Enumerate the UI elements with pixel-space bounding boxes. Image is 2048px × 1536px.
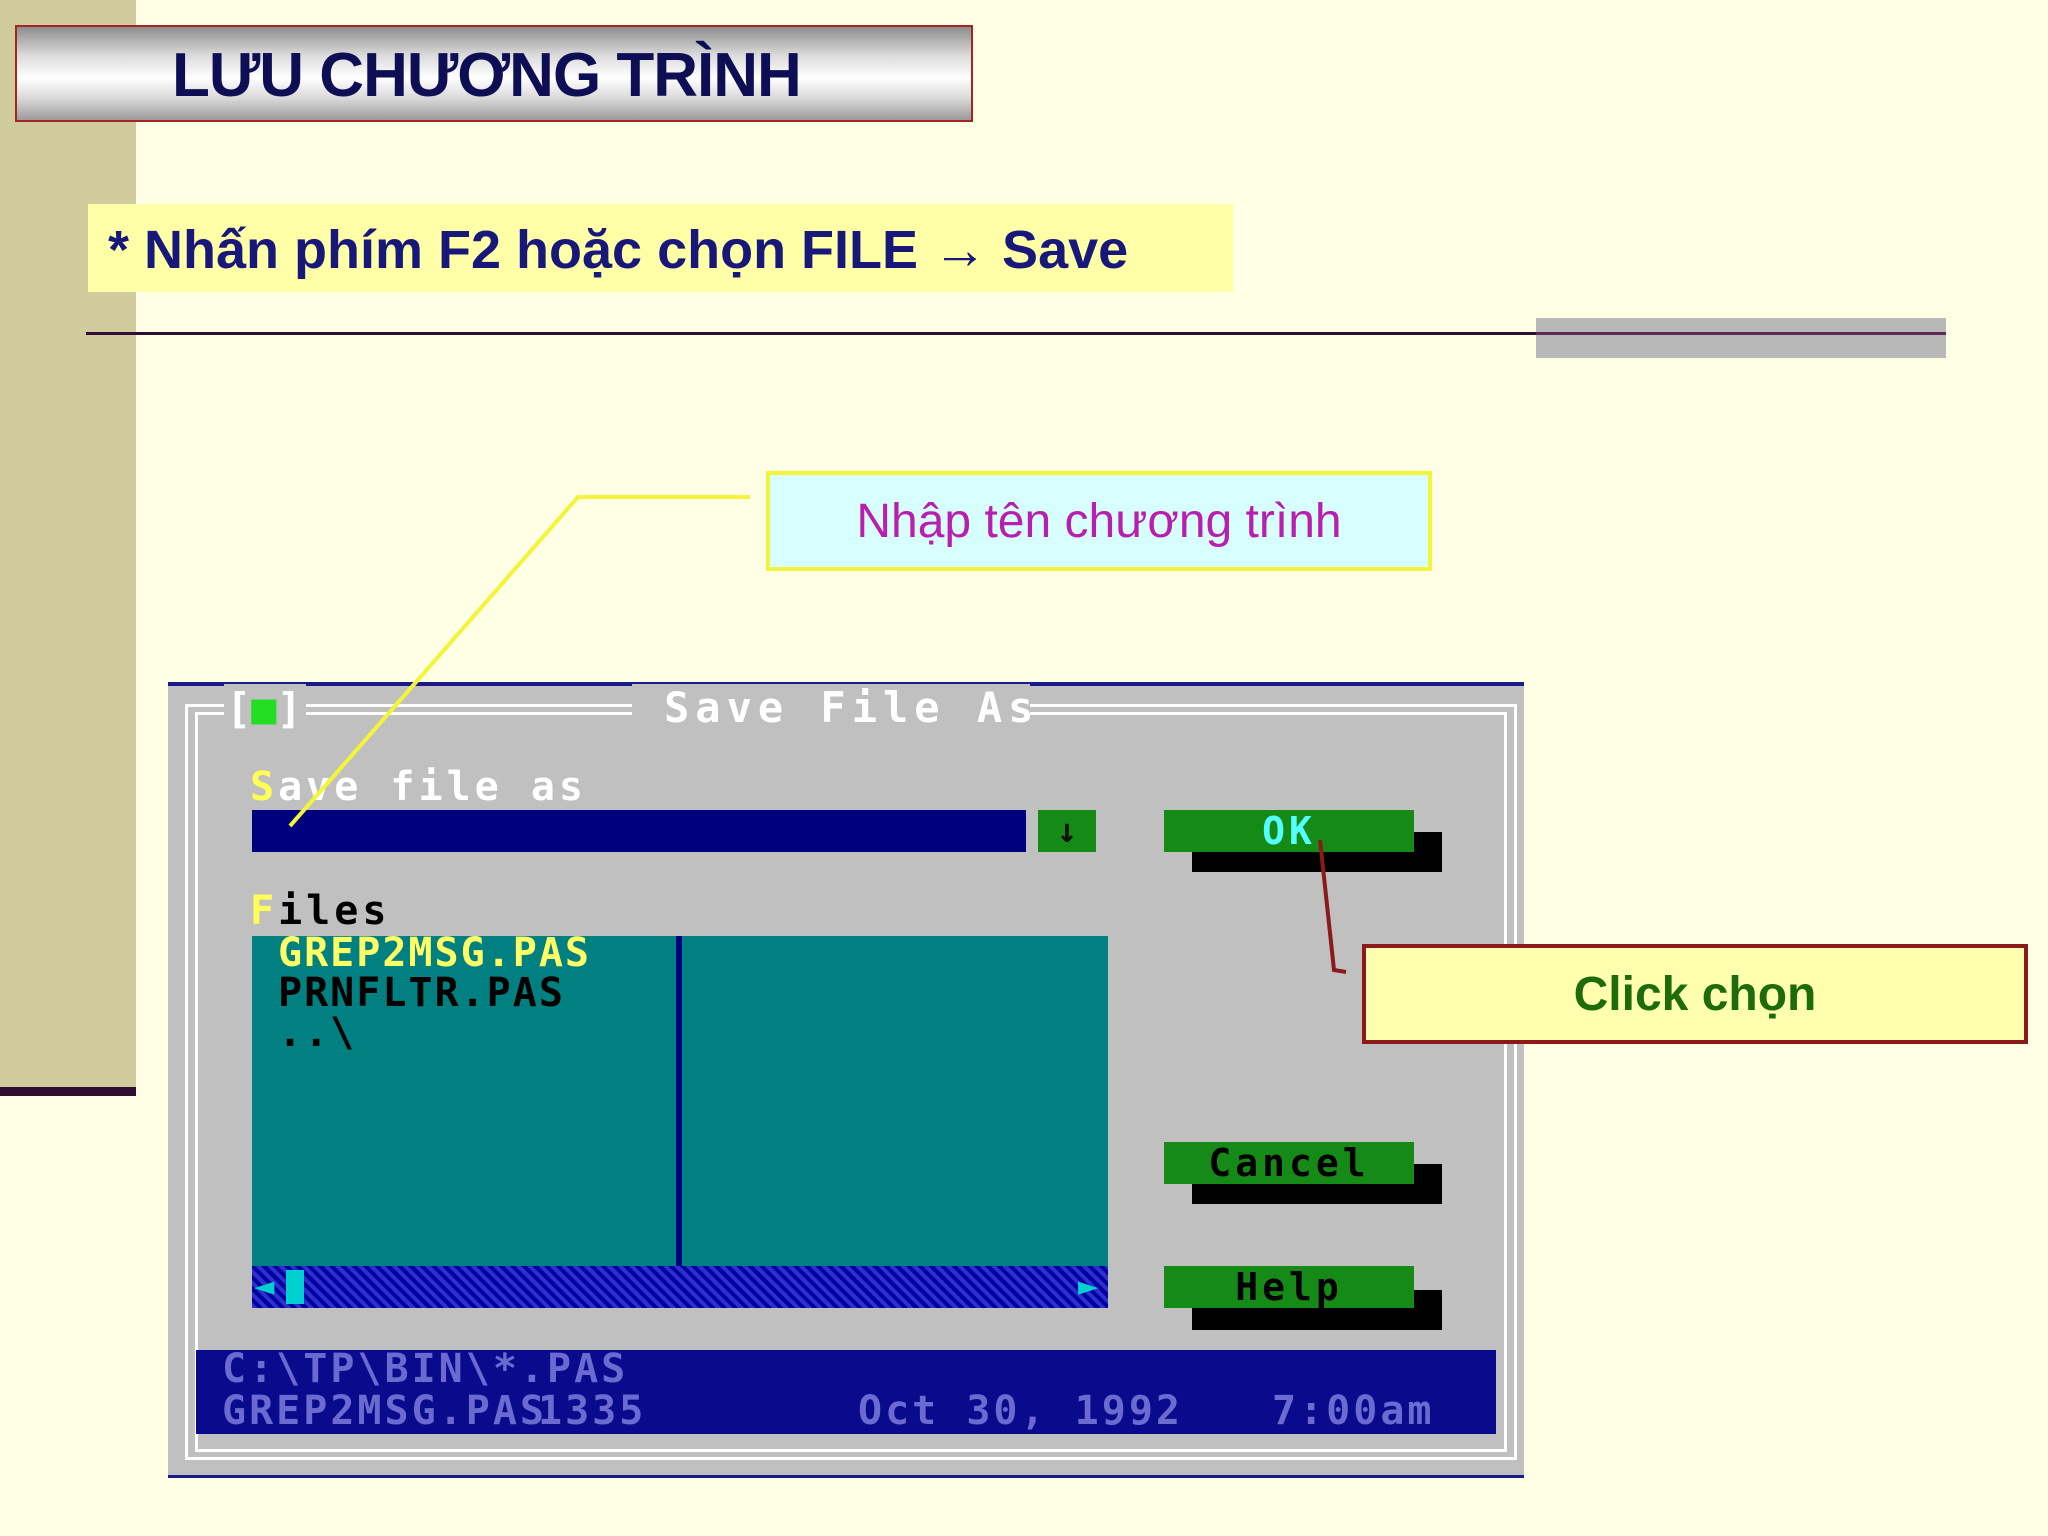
status-file-date: Oct 30, 1992 (858, 1388, 1183, 1434)
scroll-left-icon[interactable]: ◄ (254, 1266, 274, 1306)
left-decor-bar (0, 0, 136, 1087)
save-label-text: ave file as (278, 764, 587, 810)
slide-title: LƯU CHƯƠNG TRÌNH (172, 41, 802, 110)
status-path: C:\TP\BIN\*.PAS (222, 1346, 629, 1392)
history-dropdown-button[interactable]: ↓ (1038, 810, 1096, 852)
file-list-scrollbar[interactable] (252, 1266, 1108, 1308)
save-file-as-label: Save file as (250, 764, 587, 810)
dialog-title: Save File As (664, 683, 1040, 732)
close-icon[interactable]: [■] (226, 684, 302, 733)
callout-click-text: Click chọn (1573, 967, 1817, 1021)
help-button[interactable]: Help (1164, 1265, 1414, 1309)
save-file-name-input[interactable] (252, 810, 1026, 852)
files-label-text: iles (278, 888, 391, 934)
files-label-hotkey: F (250, 888, 279, 934)
status-file-size: 1335 (538, 1388, 647, 1434)
rule-accent (1536, 318, 1946, 358)
file-list-item[interactable]: ..\ (278, 1010, 356, 1056)
slide-subtitle: * Nhấn phím F2 hoặc chọn FILE → Save (108, 220, 1129, 280)
files-label: Files (250, 888, 390, 934)
close-box-glyph: [■] (226, 684, 302, 733)
scroll-right-icon[interactable]: ► (1078, 1266, 1098, 1306)
scroll-thumb[interactable] (286, 1270, 304, 1304)
callout-enter-name: Nhập tên chương trình (766, 471, 1432, 571)
file-list-column-divider (676, 936, 682, 1266)
callout-enter-name-text: Nhập tên chương trình (856, 494, 1342, 548)
callout-click: Click chọn (1362, 944, 2028, 1044)
status-file-name: GREP2MSG.PAS (222, 1388, 547, 1434)
left-decor-line (0, 1087, 136, 1096)
cancel-button[interactable]: Cancel (1164, 1141, 1414, 1185)
down-arrow-icon: ↓ (1056, 811, 1078, 851)
status-file-time: 7:00am (1272, 1388, 1435, 1434)
save-label-hotkey: S (250, 764, 279, 810)
rule-accent-line (1536, 332, 1946, 335)
ok-button[interactable]: OK (1164, 809, 1414, 853)
